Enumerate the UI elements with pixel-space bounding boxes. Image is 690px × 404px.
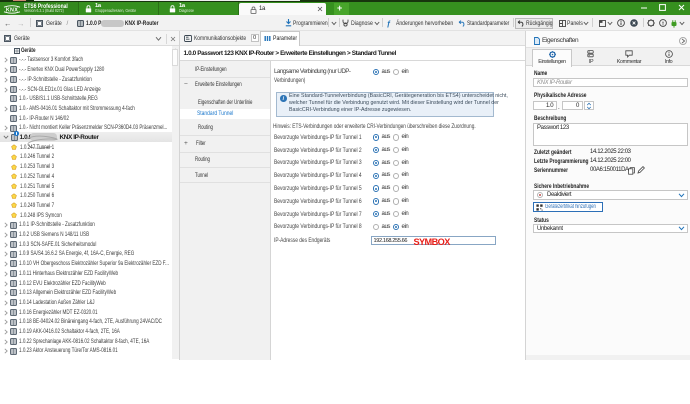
svg-text:KNX: KNX: [6, 7, 18, 13]
